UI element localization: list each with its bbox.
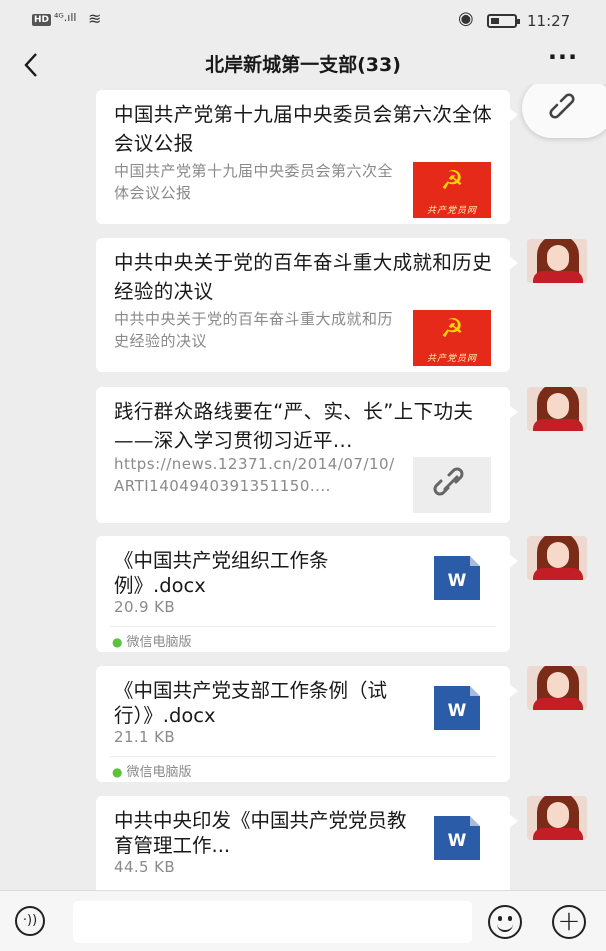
word-document-icon: W — [434, 816, 480, 860]
article-title: 中国共产党第十九届中央委员会第六次全体会议公报 — [114, 103, 493, 155]
message-source: ● 微信电脑版 — [112, 761, 192, 780]
article-description: 中共中央关于党的百年奋斗重大成就和历史经验的决议 — [114, 310, 394, 350]
file-message[interactable]: 《中国共产党组织工作条例》.docx 20.9 KB W ● 微信电脑版 — [96, 536, 518, 652]
article-message[interactable]: 中国共产党第十九届中央委员会第六次全体会议公报 中国共产党第十九届中央委员会第六… — [96, 90, 518, 224]
avatar[interactable] — [527, 387, 587, 431]
chat-input-bar: ·)) + — [0, 890, 606, 951]
message-source: ● 微信电脑版 — [112, 631, 192, 650]
thumbnail-caption: 共产党员网 — [426, 206, 477, 216]
word-document-icon: W — [434, 556, 480, 600]
file-size: 20.9 KB — [114, 598, 176, 616]
voice-icon: ·)) — [22, 913, 38, 928]
more-button[interactable]: ··· — [542, 44, 584, 80]
article-thumbnail: ☭ 共产党员网 — [413, 162, 491, 218]
article-title: 中共中央关于党的百年奋斗重大成就和历史经验的决议 — [114, 251, 493, 303]
avatar[interactable] — [527, 239, 587, 283]
article-message[interactable]: 中共中央关于党的百年奋斗重大成就和历史经验的决议 中共中央关于党的百年奋斗重大成… — [96, 238, 518, 372]
article-thumbnail: ☭ 共产党员网 — [413, 310, 491, 366]
file-name: 《中国共产党支部工作条例（试行）》.docx — [114, 679, 388, 727]
link-icon — [433, 467, 464, 496]
link-url: https://news.12371.cn/2014/07/10/ARTI140… — [114, 455, 395, 495]
avatar[interactable] — [527, 796, 587, 840]
word-document-icon: W — [434, 686, 480, 730]
clock: 11:27 — [527, 12, 571, 30]
emoji-button[interactable] — [488, 905, 522, 939]
source-label: 微信电脑版 — [126, 635, 192, 650]
link-thumbnail — [413, 457, 491, 513]
link-title: 践行群众路线要在“严、实、长”上下功夫——深入学习贯彻习近平... — [114, 400, 474, 452]
floating-link-button[interactable] — [522, 84, 606, 138]
battery-icon — [487, 14, 520, 28]
hammer-sickle-icon: ☭ — [440, 166, 464, 196]
wechat-icon: ● — [112, 635, 123, 649]
message-input[interactable] — [73, 901, 472, 943]
hd-indicator: HD — [32, 14, 52, 26]
file-name: 《中国共产党组织工作条例》.docx — [114, 549, 329, 597]
wechat-icon: ● — [112, 765, 123, 779]
file-size: 21.1 KB — [114, 728, 176, 746]
article-description: 中国共产党第十九届中央委员会第六次全体会议公报 — [114, 162, 394, 202]
voice-button[interactable]: ·)) — [15, 906, 45, 936]
cellular-signal-icon: ⁴ᴳ.ıll — [54, 11, 77, 24]
source-label: 微信电脑版 — [126, 765, 192, 780]
link-icon — [549, 93, 575, 119]
plus-icon: + — [557, 904, 581, 937]
file-message[interactable]: 中共中央印发《中国共产党党员教育管理工作... 44.5 KB W — [96, 796, 518, 890]
file-message[interactable]: 《中国共产党支部工作条例（试行）》.docx 21.1 KB W ● 微信电脑版 — [96, 666, 518, 782]
status-bar: HD ⁴ᴳ.ıll ≋ ◉ 11:27 — [0, 0, 606, 42]
thumbnail-caption: 共产党员网 — [426, 354, 477, 364]
eye-comfort-icon: ◉ — [458, 8, 474, 29]
chat-header: 北岸新城第一支部(33) ··· — [0, 42, 606, 84]
chat-title: 北岸新城第一支部(33) — [205, 54, 401, 76]
avatar[interactable] — [527, 536, 587, 580]
avatar[interactable] — [527, 666, 587, 710]
more-actions-button[interactable]: + — [552, 905, 586, 939]
message-list[interactable]: 中国共产党第十九届中央委员会第六次全体会议公报 中国共产党第十九届中央委员会第六… — [0, 84, 606, 890]
divider — [110, 756, 496, 757]
divider — [110, 626, 496, 627]
hammer-sickle-icon: ☭ — [440, 314, 464, 344]
file-name: 中共中央印发《中国共产党党员教育管理工作... — [114, 809, 407, 857]
file-size: 44.5 KB — [114, 858, 176, 876]
wifi-icon: ≋ — [88, 9, 102, 28]
link-message[interactable]: 践行群众路线要在“严、实、长”上下功夫——深入学习贯彻习近平... https:… — [96, 387, 518, 523]
